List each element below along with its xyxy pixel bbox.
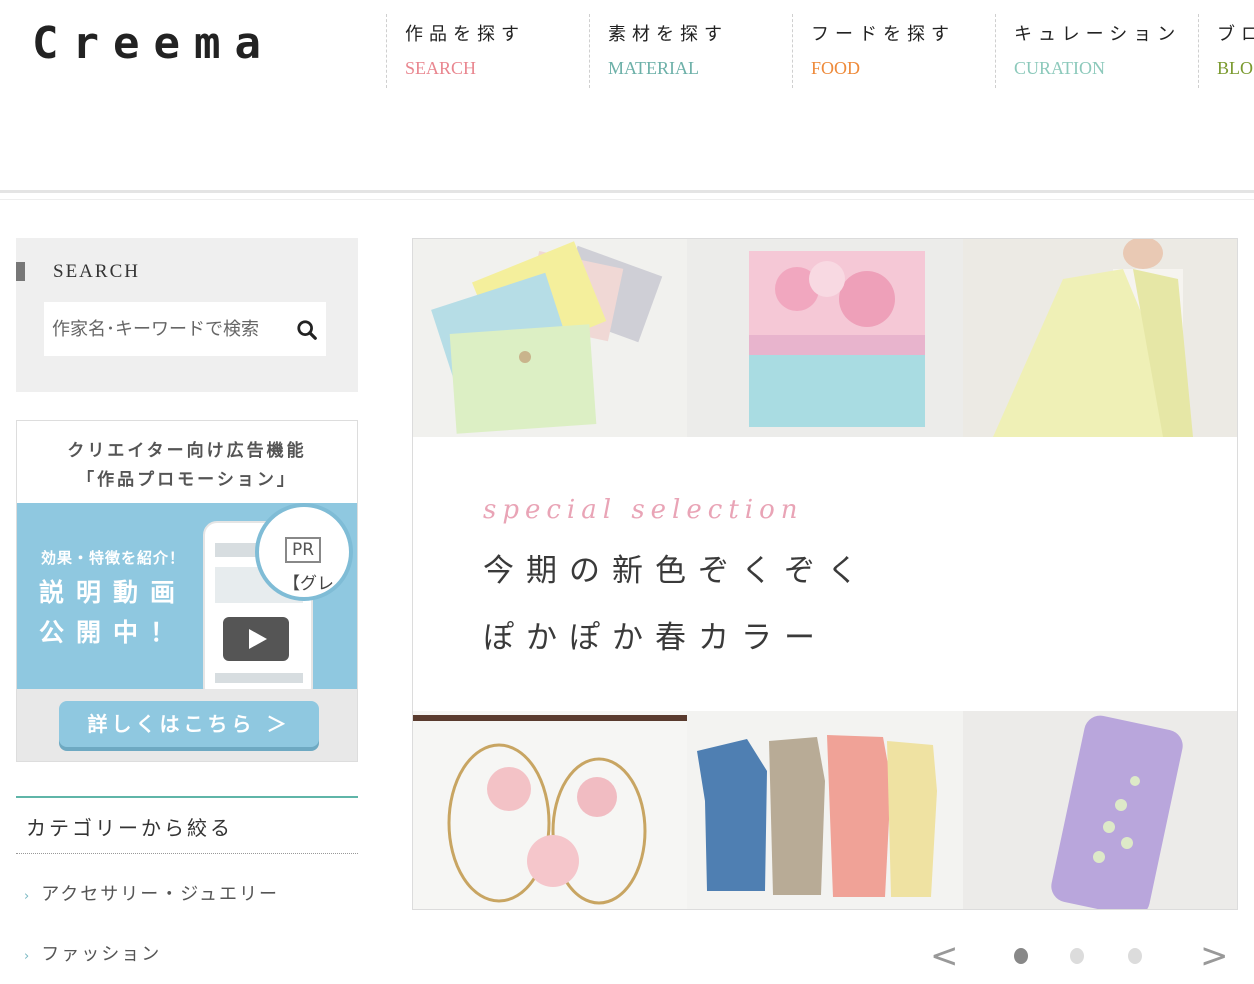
wallet-photo [413,239,687,437]
search-field-wrapper [44,302,326,356]
promo-footer: 詳しくはこちら ＞ [17,689,357,761]
search-heading: SEARCH [16,262,140,281]
banner-copy: special selection 今期の新色ぞくぞく ぽかぽか春カラー [483,495,870,657]
creema-logo[interactable]: Creema [32,18,275,69]
nav-item-jp-label: キュレーション [1014,24,1182,45]
nav-item-jp-label: ブロ [1217,24,1254,45]
nav-item-en-label: BLO [1217,58,1253,78]
scarf-photo [963,239,1237,437]
header-divider [0,190,1254,200]
promo-header: クリエイター向け広告機能 「作品プロモーション」 [17,421,357,503]
promo-visual: 効果・特徴を紹介！ 説明動画 公開中！ PR 【グレ [17,503,357,689]
nav-item-curation[interactable]: キュレーション CURATION [995,14,1198,88]
phone-case-photo [963,711,1237,909]
banner-headline-2: ぽかぽか春カラー [483,620,827,656]
nav-item-jp-label: フードを探す [811,24,955,45]
nav-item-en-label: SEARCH [405,58,477,78]
nav-item-jp-label: 素材を探す [608,24,728,45]
promo-details-button[interactable]: 詳しくはこちら ＞ [59,701,319,747]
earrings-photo [413,711,687,909]
category-item-fashion[interactable]: › ファッション [24,940,161,966]
nav-item-blog[interactable]: ブロ BLO [1198,14,1254,88]
special-selection-label: special selection [483,495,804,525]
carousel-dot-1[interactable] [1014,948,1028,964]
nav-item-food[interactable]: フードを探す FOOD [792,14,995,88]
pr-badge: PR 【グレ [255,503,353,601]
nav-item-search[interactable]: 作品を探す SEARCH [386,14,589,88]
category-item-accessory[interactable]: › アクセサリー・ジュエリー [24,880,279,906]
site-header: Creema 作品を探す SEARCH 素材を探す MATERIAL フードを探… [0,0,1254,192]
promotion-ad[interactable]: クリエイター向け広告機能 「作品プロモーション」 効果・特徴を紹介！ 説明動画 … [16,420,358,762]
play-icon [223,617,289,661]
search-icon[interactable] [296,319,318,341]
carousel-next-arrow[interactable]: > [1200,936,1229,976]
hero-banner[interactable]: special selection 今期の新色ぞくぞく ぽかぽか春カラー [412,238,1238,910]
category-heading: カテゴリーから絞る [16,796,358,854]
shirts-photo [687,711,963,909]
global-nav: 作品を探す SEARCH 素材を探す MATERIAL フードを探す FOOD … [386,14,1254,88]
pr-text: 【グレ [283,574,334,594]
promo-big-line2: 公開中！ [39,618,188,647]
carousel-dot-2[interactable] [1070,948,1084,964]
carousel-dot-3[interactable] [1128,948,1142,964]
pr-tag: PR [285,537,322,563]
promo-head-line1: クリエイター向け広告機能 [67,441,307,461]
nav-item-en-label: MATERIAL [608,58,699,78]
promo-head-line2: 「作品プロモーション」 [77,470,297,490]
chevron-right-icon: › [24,949,32,964]
nav-item-material[interactable]: 素材を探す MATERIAL [589,14,792,88]
chevron-right-icon: › [24,889,32,904]
carousel-prev-arrow[interactable]: < [930,936,959,976]
banner-headline: 今期の新色ぞくぞく [483,553,870,589]
category-label: ファッション [41,944,162,965]
nav-item-jp-label: 作品を探す [405,24,525,45]
promo-big-line1: 説明動画 [39,578,188,607]
nav-item-en-label: CURATION [1014,58,1106,78]
category-label: アクセサリー・ジュエリー [41,884,280,905]
search-input[interactable] [44,302,284,356]
promo-subtitle: 効果・特徴を紹介！ [41,549,186,567]
sidebar-search-panel: SEARCH [16,238,358,392]
nav-item-en-label: FOOD [811,58,861,78]
painting-photo [687,239,963,437]
